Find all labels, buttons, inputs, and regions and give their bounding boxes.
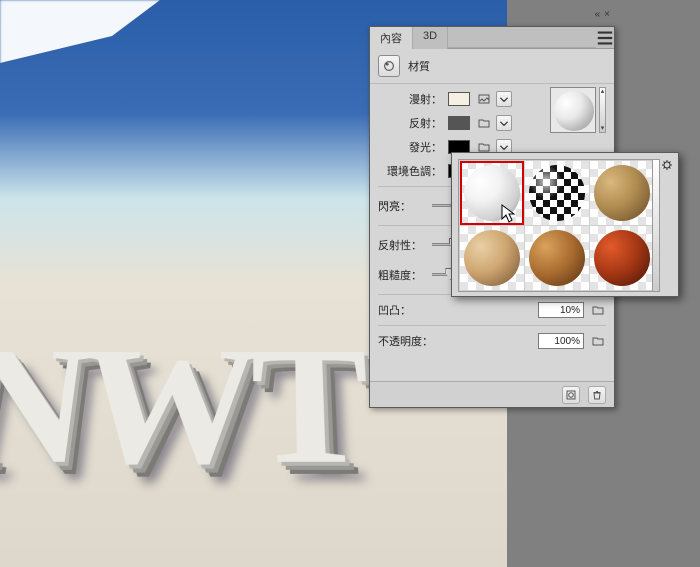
panel-menu-icon[interactable] <box>596 27 614 48</box>
label-reflection: 反射： <box>378 115 448 131</box>
material-preset-red-leather[interactable] <box>590 226 654 290</box>
material-preset-wood[interactable] <box>460 226 524 290</box>
label-roughness: 粗糙度： <box>378 267 426 283</box>
material-sphere-icon <box>529 165 585 221</box>
flyout-scrollbar[interactable] <box>652 159 660 292</box>
reflection-folder-icon[interactable] <box>476 116 492 130</box>
material-grid <box>458 159 654 292</box>
panel-collapse-icon[interactable]: « <box>595 9 601 20</box>
material-preset-fabric[interactable] <box>590 161 654 225</box>
panel-close-icon[interactable]: × <box>604 9 610 20</box>
label-bump: 凹凸： <box>378 302 440 318</box>
label-diffuse: 漫射： <box>378 91 448 107</box>
material-sphere-icon <box>594 165 650 221</box>
material-preview-scroll[interactable]: ▴ ▾ <box>599 87 606 133</box>
material-preview[interactable] <box>550 87 596 133</box>
canvas-3d-text[interactable]: NWT <box>0 313 366 506</box>
material-sphere-icon <box>464 165 520 221</box>
bump-folder-icon[interactable] <box>590 303 606 317</box>
material-preset-white-marble[interactable] <box>460 161 524 225</box>
reflection-dropdown-icon[interactable] <box>496 115 512 131</box>
row-opacity: 不透明度： 100% <box>378 330 606 352</box>
tab-content[interactable]: 內容 <box>370 27 413 49</box>
diffuse-dropdown-icon[interactable] <box>496 91 512 107</box>
new-material-icon[interactable] <box>562 386 580 404</box>
opacity-value-input[interactable]: 100% <box>538 333 584 349</box>
diffuse-texture-icon[interactable] <box>476 92 492 106</box>
tab-3d[interactable]: 3D <box>413 27 448 49</box>
scroll-down-icon[interactable]: ▾ <box>600 125 605 132</box>
panel-tabs: 內容 3D <box>370 27 614 49</box>
material-mode-icon[interactable] <box>378 55 400 77</box>
label-opacity: 不透明度： <box>378 333 450 349</box>
reflection-color-swatch[interactable] <box>448 116 470 130</box>
panel-subheader: 材質 <box>370 49 614 84</box>
material-sphere-icon <box>529 230 585 286</box>
material-preset-checker[interactable] <box>525 161 589 225</box>
flyout-menu-gear-icon[interactable] <box>662 159 674 171</box>
row-bump: 凹凸： 10% <box>378 299 606 321</box>
delete-icon[interactable] <box>588 386 606 404</box>
section-title: 材質 <box>408 58 430 74</box>
material-preset-rough-brown[interactable] <box>525 226 589 290</box>
label-shine: 閃亮： <box>378 198 426 214</box>
material-picker-flyout <box>451 152 679 297</box>
material-sphere-icon <box>464 230 520 286</box>
label-reflectivity: 反射性： <box>378 237 426 253</box>
separator <box>378 325 606 326</box>
opacity-folder-icon[interactable] <box>590 334 606 348</box>
bump-value-input[interactable]: 10% <box>538 302 584 318</box>
diffuse-color-swatch[interactable] <box>448 92 470 106</box>
panel-window-controls: « × <box>584 7 610 21</box>
label-glow: 發光： <box>378 139 448 155</box>
material-sphere-icon <box>594 230 650 286</box>
panel-footer <box>370 381 614 407</box>
tab-filler <box>448 27 596 48</box>
material-preview-sphere-icon <box>554 91 594 131</box>
label-ambient: 環境色調： <box>378 163 448 179</box>
canvas-decor-fabric <box>0 0 160 90</box>
scroll-up-icon[interactable]: ▴ <box>600 88 605 95</box>
